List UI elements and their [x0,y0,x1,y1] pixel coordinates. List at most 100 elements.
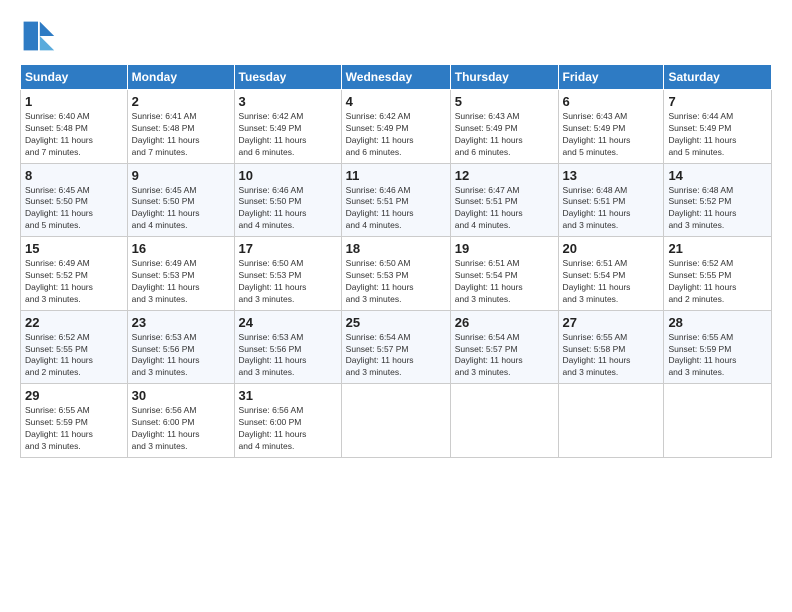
calendar-empty-cell [664,384,772,458]
calendar-week-3: 15 Sunrise: 6:49 AM Sunset: 5:52 PM Dayli… [21,237,772,311]
day-info-1: Sunrise: 6:40 AM Sunset: 5:48 PM Dayligh… [25,111,123,159]
calendar-week-5: 29 Sunrise: 6:55 AM Sunset: 5:59 PM Dayli… [21,384,772,458]
day-number-30: 30 [132,388,230,403]
day-number-21: 21 [668,241,767,256]
day-info-29: Sunrise: 6:55 AM Sunset: 5:59 PM Dayligh… [25,405,123,453]
calendar-day-10: 10 Sunrise: 6:46 AM Sunset: 5:50 PM Dayli… [234,163,341,237]
calendar-day-6: 6 Sunrise: 6:43 AM Sunset: 5:49 PM Daylig… [558,90,664,164]
day-number-13: 13 [563,168,660,183]
day-info-6: Sunrise: 6:43 AM Sunset: 5:49 PM Dayligh… [563,111,660,159]
calendar-header-row: SundayMondayTuesdayWednesdayThursdayFrid… [21,65,772,90]
day-number-31: 31 [239,388,337,403]
day-number-11: 11 [346,168,446,183]
day-number-8: 8 [25,168,123,183]
calendar: SundayMondayTuesdayWednesdayThursdayFrid… [20,64,772,458]
calendar-day-28: 28Sunrise: 6:55 AM Sunset: 5:59 PM Dayli… [664,310,772,384]
day-info-15: Sunrise: 6:49 AM Sunset: 5:52 PM Dayligh… [25,258,123,306]
day-info-28: Sunrise: 6:55 AM Sunset: 5:59 PM Dayligh… [668,332,767,380]
page: SundayMondayTuesdayWednesdayThursdayFrid… [0,0,792,612]
calendar-day-31: 31Sunrise: 6:56 AM Sunset: 6:00 PM Dayli… [234,384,341,458]
day-info-12: Sunrise: 6:47 AM Sunset: 5:51 PM Dayligh… [455,185,554,233]
day-info-3: Sunrise: 6:42 AM Sunset: 5:49 PM Dayligh… [239,111,337,159]
calendar-day-27: 27 Sunrise: 6:55 AM Sunset: 5:58 PM Dayli… [558,310,664,384]
calendar-week-1: 1 Sunrise: 6:40 AM Sunset: 5:48 PM Daylig… [21,90,772,164]
day-info-14: Sunrise: 6:48 AM Sunset: 5:52 PM Dayligh… [668,185,767,233]
day-number-24: 24 [239,315,337,330]
calendar-day-19: 19 Sunrise: 6:51 AM Sunset: 5:54 PM Dayli… [450,237,558,311]
day-number-4: 4 [346,94,446,109]
day-info-2: Sunrise: 6:41 AM Sunset: 5:48 PM Dayligh… [132,111,230,159]
day-number-7: 7 [668,94,767,109]
calendar-day-17: 17 Sunrise: 6:50 AM Sunset: 5:53 PM Dayli… [234,237,341,311]
day-number-25: 25 [346,315,446,330]
calendar-day-8: 8 Sunrise: 6:45 AM Sunset: 5:50 PM Daylig… [21,163,128,237]
calendar-day-21: 21 Sunrise: 6:52 AM Sunset: 5:55 PM Dayli… [664,237,772,311]
day-info-8: Sunrise: 6:45 AM Sunset: 5:50 PM Dayligh… [25,185,123,233]
day-info-22: Sunrise: 6:52 AM Sunset: 5:55 PM Dayligh… [25,332,123,380]
day-info-25: Sunrise: 6:54 AM Sunset: 5:57 PM Dayligh… [346,332,446,380]
calendar-header-monday: Monday [127,65,234,90]
calendar-day-3: 3 Sunrise: 6:42 AM Sunset: 5:49 PM Daylig… [234,90,341,164]
calendar-week-4: 22 Sunrise: 6:52 AM Sunset: 5:55 PM Dayli… [21,310,772,384]
calendar-empty-cell [450,384,558,458]
day-info-17: Sunrise: 6:50 AM Sunset: 5:53 PM Dayligh… [239,258,337,306]
calendar-empty-cell [558,384,664,458]
day-number-12: 12 [455,168,554,183]
calendar-day-7: 7 Sunrise: 6:44 AM Sunset: 5:49 PM Daylig… [664,90,772,164]
day-info-19: Sunrise: 6:51 AM Sunset: 5:54 PM Dayligh… [455,258,554,306]
day-info-18: Sunrise: 6:50 AM Sunset: 5:53 PM Dayligh… [346,258,446,306]
calendar-day-16: 16Sunrise: 6:49 AM Sunset: 5:53 PM Dayli… [127,237,234,311]
day-number-10: 10 [239,168,337,183]
calendar-day-24: 24 Sunrise: 6:53 AM Sunset: 5:56 PM Dayli… [234,310,341,384]
calendar-header-friday: Friday [558,65,664,90]
calendar-day-11: 11 Sunrise: 6:46 AM Sunset: 5:51 PM Dayli… [341,163,450,237]
day-number-26: 26 [455,315,554,330]
calendar-empty-cell [341,384,450,458]
logo-icon [20,18,56,54]
calendar-day-30: 30 Sunrise: 6:56 AM Sunset: 6:00 PM Dayli… [127,384,234,458]
day-number-6: 6 [563,94,660,109]
day-info-21: Sunrise: 6:52 AM Sunset: 5:55 PM Dayligh… [668,258,767,306]
day-number-5: 5 [455,94,554,109]
day-info-27: Sunrise: 6:55 AM Sunset: 5:58 PM Dayligh… [563,332,660,380]
day-info-24: Sunrise: 6:53 AM Sunset: 5:56 PM Dayligh… [239,332,337,380]
logo [20,18,60,54]
calendar-day-4: 4Sunrise: 6:42 AM Sunset: 5:49 PM Daylig… [341,90,450,164]
day-info-26: Sunrise: 6:54 AM Sunset: 5:57 PM Dayligh… [455,332,554,380]
day-info-11: Sunrise: 6:46 AM Sunset: 5:51 PM Dayligh… [346,185,446,233]
day-info-10: Sunrise: 6:46 AM Sunset: 5:50 PM Dayligh… [239,185,337,233]
calendar-day-26: 26 Sunrise: 6:54 AM Sunset: 5:57 PM Dayli… [450,310,558,384]
calendar-week-2: 8 Sunrise: 6:45 AM Sunset: 5:50 PM Daylig… [21,163,772,237]
calendar-day-15: 15 Sunrise: 6:49 AM Sunset: 5:52 PM Dayli… [21,237,128,311]
day-number-15: 15 [25,241,123,256]
day-info-9: Sunrise: 6:45 AM Sunset: 5:50 PM Dayligh… [132,185,230,233]
day-number-22: 22 [25,315,123,330]
day-number-29: 29 [25,388,123,403]
day-number-1: 1 [25,94,123,109]
day-number-16: 16 [132,241,230,256]
day-number-2: 2 [132,94,230,109]
day-number-14: 14 [668,168,767,183]
calendar-day-13: 13 Sunrise: 6:48 AM Sunset: 5:51 PM Dayli… [558,163,664,237]
day-info-20: Sunrise: 6:51 AM Sunset: 5:54 PM Dayligh… [563,258,660,306]
day-number-23: 23 [132,315,230,330]
calendar-day-14: 14 Sunrise: 6:48 AM Sunset: 5:52 PM Dayli… [664,163,772,237]
header-area [20,18,772,54]
day-info-13: Sunrise: 6:48 AM Sunset: 5:51 PM Dayligh… [563,185,660,233]
calendar-header-saturday: Saturday [664,65,772,90]
calendar-day-9: 9Sunrise: 6:45 AM Sunset: 5:50 PM Daylig… [127,163,234,237]
day-number-17: 17 [239,241,337,256]
calendar-day-20: 20Sunrise: 6:51 AM Sunset: 5:54 PM Dayli… [558,237,664,311]
calendar-day-2: 2 Sunrise: 6:41 AM Sunset: 5:48 PM Daylig… [127,90,234,164]
calendar-header-tuesday: Tuesday [234,65,341,90]
day-number-19: 19 [455,241,554,256]
day-info-23: Sunrise: 6:53 AM Sunset: 5:56 PM Dayligh… [132,332,230,380]
day-info-7: Sunrise: 6:44 AM Sunset: 5:49 PM Dayligh… [668,111,767,159]
calendar-day-25: 25 Sunrise: 6:54 AM Sunset: 5:57 PM Dayli… [341,310,450,384]
day-number-27: 27 [563,315,660,330]
calendar-day-1: 1 Sunrise: 6:40 AM Sunset: 5:48 PM Daylig… [21,90,128,164]
day-info-30: Sunrise: 6:56 AM Sunset: 6:00 PM Dayligh… [132,405,230,453]
day-number-3: 3 [239,94,337,109]
calendar-header-wednesday: Wednesday [341,65,450,90]
calendar-day-23: 23 Sunrise: 6:53 AM Sunset: 5:56 PM Dayli… [127,310,234,384]
